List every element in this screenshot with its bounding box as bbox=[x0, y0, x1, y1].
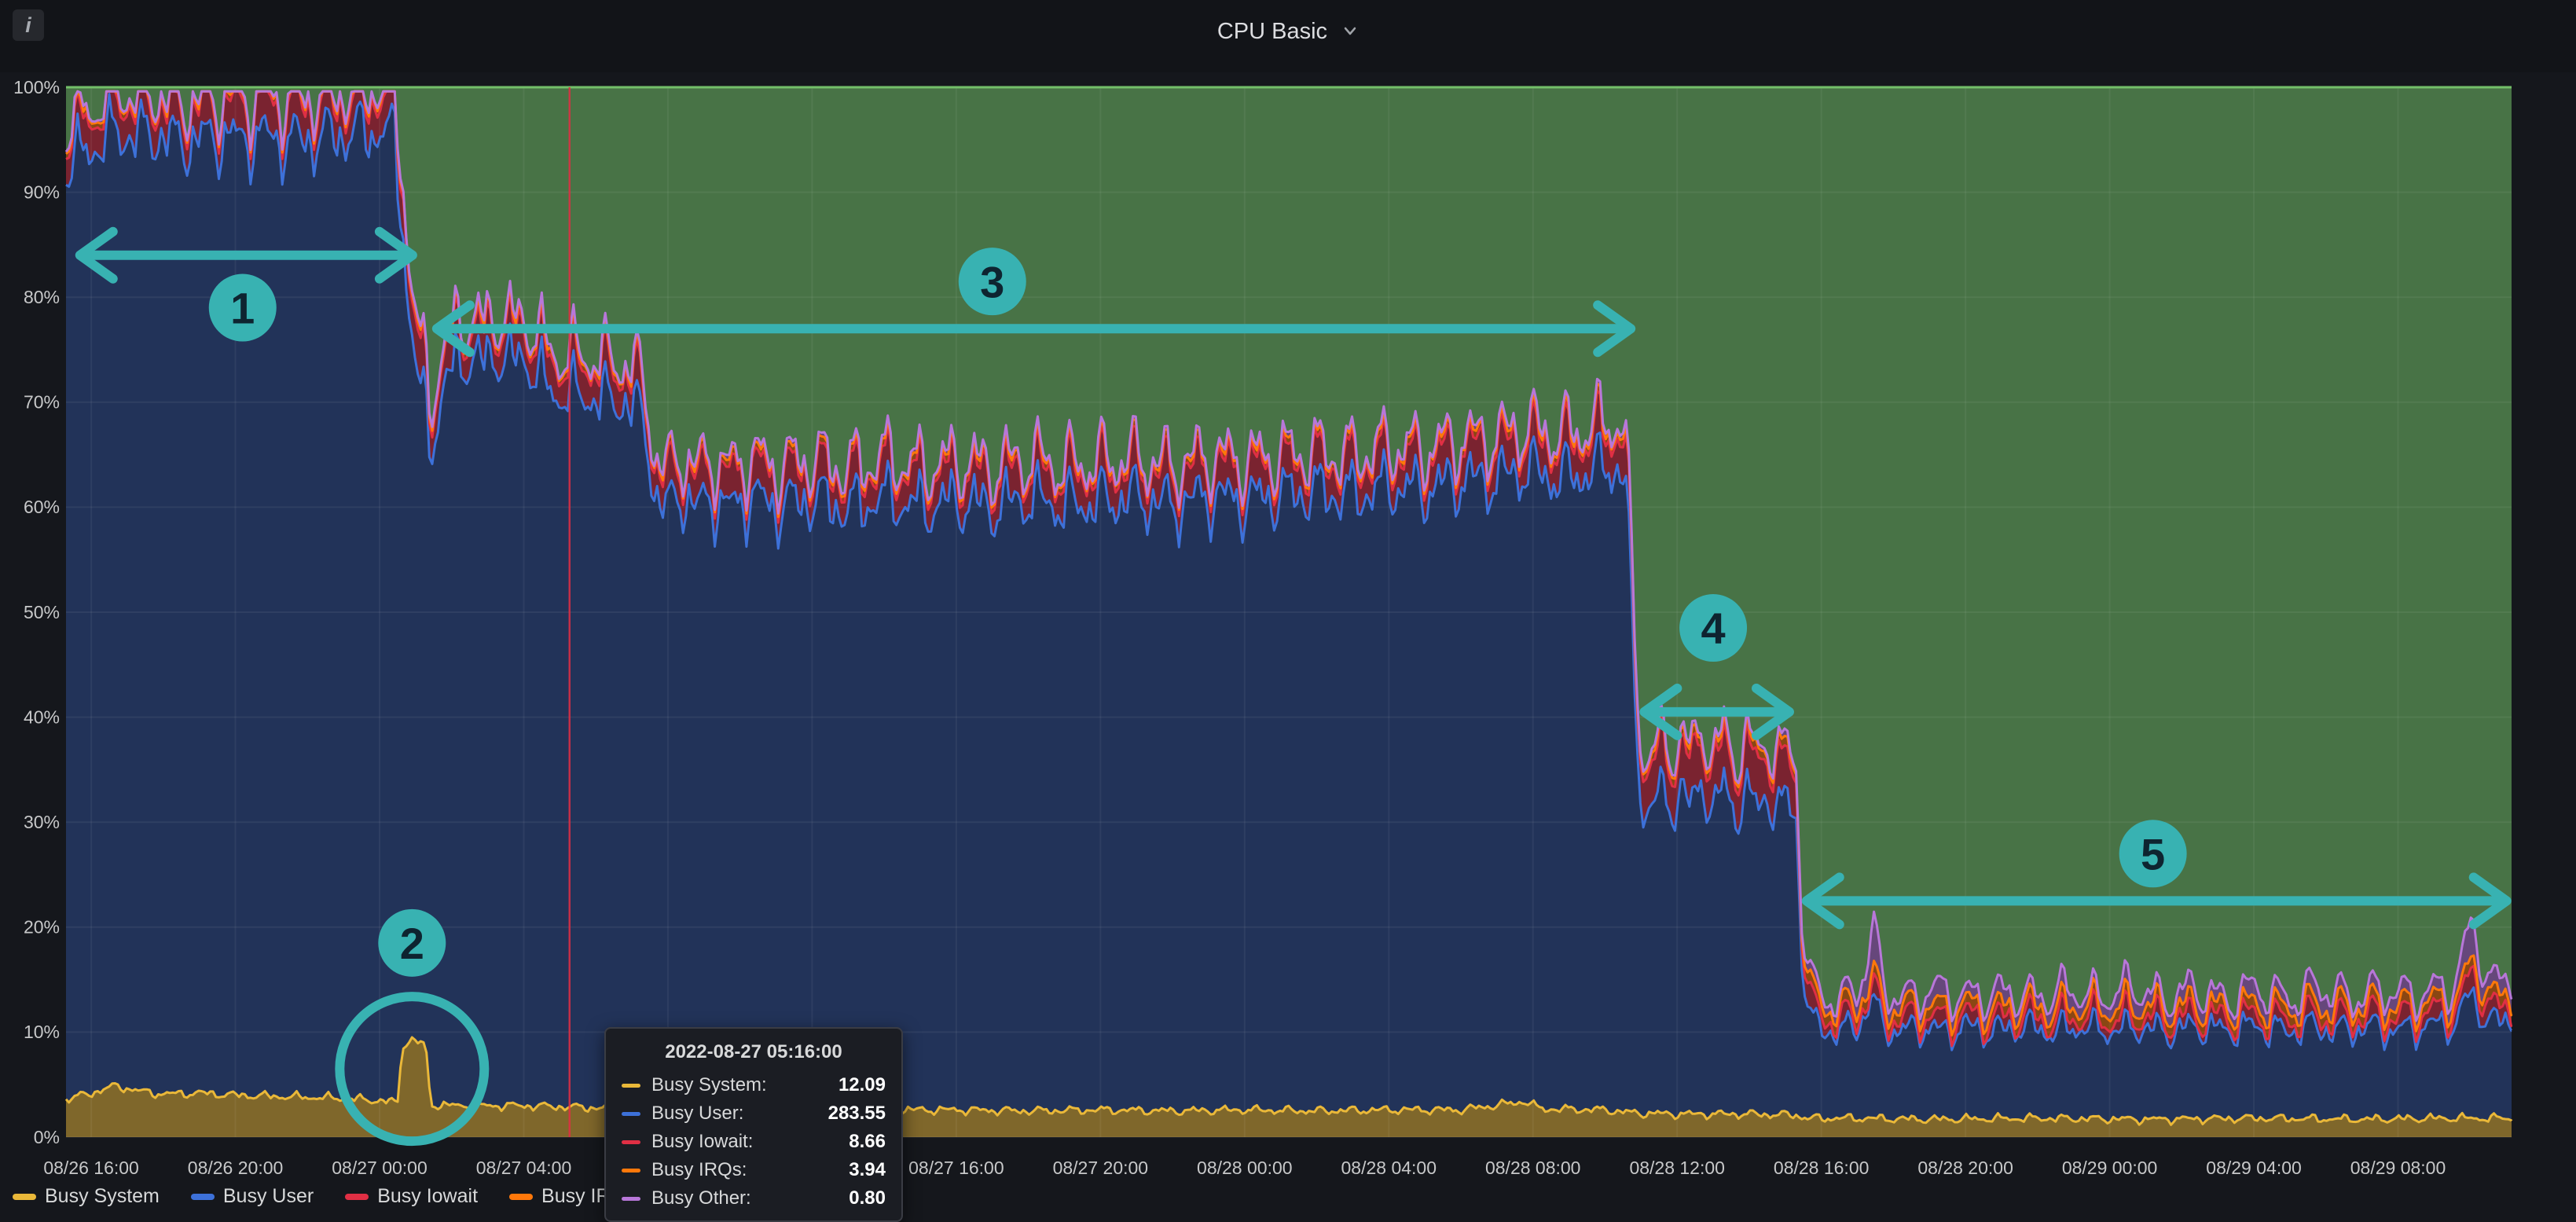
y-axis-label: 80% bbox=[24, 287, 60, 307]
tooltip-series-mark-icon bbox=[622, 1169, 640, 1172]
tooltip-row: Busy System: 12.09 bbox=[622, 1071, 886, 1099]
annotation-number-2: 2 bbox=[400, 919, 424, 968]
legend-swatch-icon bbox=[13, 1194, 36, 1200]
chart-tooltip: 2022-08-27 05:16:00 Busy System:12.09Bus… bbox=[604, 1027, 903, 1222]
y-axis-label: 70% bbox=[24, 392, 60, 413]
y-axis-label: 10% bbox=[24, 1022, 60, 1042]
chart-legend: Busy SystemBusy UserBusy IowaitBusy IRQs bbox=[13, 1185, 636, 1208]
legend-swatch-icon bbox=[191, 1194, 215, 1200]
tooltip-series-mark-icon bbox=[622, 1112, 640, 1116]
y-axis-label: 40% bbox=[24, 706, 60, 727]
tooltip-timestamp: 2022-08-27 05:16:00 bbox=[622, 1040, 886, 1065]
tooltip-series-value: 8.66 bbox=[849, 1131, 886, 1153]
y-axis-label: 90% bbox=[24, 182, 60, 202]
legend-label: Busy Iowait bbox=[377, 1185, 478, 1208]
legend-label: Busy User bbox=[223, 1185, 314, 1208]
annotation-number-3: 3 bbox=[980, 257, 1004, 306]
y-axis-label: 30% bbox=[24, 812, 60, 832]
x-axis-label: 08/28 20:00 bbox=[1917, 1158, 2013, 1178]
legend-swatch-icon bbox=[509, 1194, 533, 1200]
annotation-number-1: 1 bbox=[230, 284, 255, 333]
y-axis-label: 0% bbox=[34, 1127, 60, 1147]
annotation-number-5: 5 bbox=[2141, 829, 2165, 879]
legend-item-busy-system[interactable]: Busy System bbox=[13, 1185, 160, 1208]
y-axis-label: 60% bbox=[24, 497, 60, 517]
tooltip-row: Busy Other: 0.80 bbox=[622, 1184, 886, 1213]
x-axis-label: 08/27 16:00 bbox=[908, 1158, 1004, 1178]
tooltip-series-mark-icon bbox=[622, 1084, 640, 1088]
x-axis-label: 08/29 00:00 bbox=[2062, 1158, 2158, 1178]
x-axis-label: 08/27 20:00 bbox=[1053, 1158, 1149, 1178]
tooltip-series-label: Busy Other: bbox=[651, 1187, 751, 1209]
y-axis-label: 100% bbox=[13, 77, 60, 97]
legend-item-busy-iowait[interactable]: Busy Iowait bbox=[345, 1185, 478, 1208]
y-axis-label: 50% bbox=[24, 602, 60, 622]
legend-item-busy-user[interactable]: Busy User bbox=[191, 1185, 314, 1208]
x-axis-label: 08/27 00:00 bbox=[332, 1158, 427, 1178]
tooltip-series-value: 3.94 bbox=[849, 1159, 886, 1181]
x-axis-label: 08/28 04:00 bbox=[1341, 1158, 1437, 1178]
tooltip-series-value: 0.80 bbox=[849, 1187, 886, 1209]
legend-label: Busy System bbox=[45, 1185, 160, 1208]
tooltip-row: Busy IRQs: 3.94 bbox=[622, 1156, 886, 1184]
tooltip-series-label: Busy System: bbox=[651, 1074, 767, 1096]
tooltip-rows: Busy System: 12.09 Busy User: 283.55 Busy Io… bbox=[622, 1071, 886, 1213]
grafana-cpu-panel: { "header": { "title": "CPU Basic", "inf… bbox=[0, 0, 2576, 1212]
cpu-usage-chart[interactable]: 0% 10% 20% 30% 40% 50% 60% 70% 80% 90% 100% 08/26 1… bbox=[0, 0, 2576, 1212]
tooltip-series-mark-icon bbox=[622, 1197, 640, 1201]
annotation-number-4: 4 bbox=[1701, 604, 1725, 653]
x-axis-label: 08/27 04:00 bbox=[476, 1158, 572, 1178]
tooltip-series-label: Busy IRQs: bbox=[651, 1159, 747, 1181]
x-axis-label: 08/28 00:00 bbox=[1197, 1158, 1293, 1178]
tooltip-row: Busy Iowait: 8.66 bbox=[622, 1128, 886, 1156]
legend-swatch-icon bbox=[345, 1194, 369, 1200]
x-axis-label: 08/29 04:00 bbox=[2206, 1158, 2302, 1178]
tooltip-series-label: Busy Iowait: bbox=[651, 1131, 753, 1153]
tooltip-row: Busy User: 283.55 bbox=[622, 1099, 886, 1128]
x-axis-label: 08/26 20:00 bbox=[188, 1158, 284, 1178]
tooltip-series-value: 283.55 bbox=[828, 1103, 886, 1125]
tooltip-series-mark-icon bbox=[622, 1140, 640, 1144]
x-axis-label: 08/28 16:00 bbox=[1774, 1158, 1870, 1178]
tooltip-series-label: Busy User: bbox=[651, 1103, 743, 1125]
y-axis-label: 20% bbox=[24, 917, 60, 938]
x-axis-label: 08/28 08:00 bbox=[1485, 1158, 1581, 1178]
x-axis-label: 08/26 16:00 bbox=[43, 1158, 139, 1178]
x-axis-label: 08/28 12:00 bbox=[1629, 1158, 1725, 1178]
x-axis-label: 08/29 08:00 bbox=[2350, 1158, 2446, 1178]
tooltip-series-value: 12.09 bbox=[838, 1074, 886, 1096]
